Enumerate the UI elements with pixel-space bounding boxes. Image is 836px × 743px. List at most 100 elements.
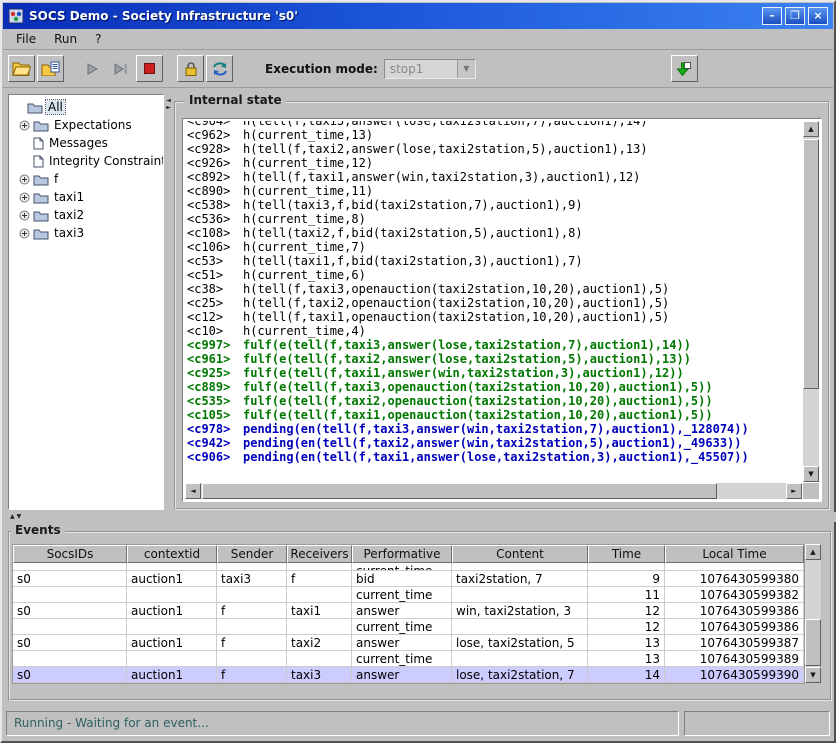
scrollbar-track[interactable] bbox=[803, 137, 819, 466]
column-header-local-time[interactable]: Local Time bbox=[665, 545, 804, 563]
events-body: current_times0auction1taxi3fbidtaxi2stat… bbox=[13, 563, 804, 683]
table-row[interactable]: current_time bbox=[13, 563, 804, 571]
divider-expand-right-icon[interactable]: ► bbox=[166, 105, 171, 111]
state-line-tag: <c964> bbox=[187, 121, 243, 128]
table-row[interactable]: current_time111076430599382 bbox=[13, 587, 804, 603]
play-button[interactable] bbox=[78, 55, 105, 82]
menu-help[interactable]: ? bbox=[86, 30, 110, 48]
play-icon bbox=[86, 63, 98, 75]
table-cell: answer bbox=[352, 635, 452, 651]
column-header-receivers[interactable]: Receivers bbox=[287, 545, 352, 563]
events-vscrollbar[interactable]: ▲ ▼ bbox=[805, 544, 821, 683]
menu-file[interactable]: File bbox=[7, 30, 45, 48]
table-cell: 13 bbox=[588, 635, 665, 651]
internal-state-hscrollbar[interactable]: ◄ ► bbox=[185, 483, 802, 499]
divider-expand-down-icon[interactable]: ▼ bbox=[17, 514, 22, 520]
tree-item-taxi2[interactable]: taxi2 bbox=[10, 206, 162, 224]
scrollbar-thumb[interactable] bbox=[803, 139, 819, 389]
divider-collapse-up-icon[interactable]: ▲ bbox=[10, 514, 15, 520]
document-icon bbox=[33, 155, 44, 168]
table-cell: taxi2station, 7 bbox=[452, 571, 588, 587]
scroll-left-icon[interactable]: ◄ bbox=[185, 483, 201, 499]
state-line-text: pending(en(tell(f,taxi3,answer(win,taxi2… bbox=[243, 422, 749, 436]
table-cell: taxi3 bbox=[217, 571, 287, 587]
close-button[interactable]: × bbox=[808, 7, 828, 25]
vertical-split-divider[interactable]: ◄ ► bbox=[165, 94, 172, 510]
scroll-down-icon[interactable]: ▼ bbox=[805, 667, 821, 683]
stop-button[interactable] bbox=[136, 55, 163, 82]
scrollbar-thumb[interactable] bbox=[805, 619, 821, 666]
execution-mode-select[interactable]: stop1 ▼ bbox=[384, 59, 476, 79]
table-row[interactable]: s0auction1ftaxi2answerlose, taxi2station… bbox=[13, 635, 804, 651]
scrollbar-track[interactable] bbox=[805, 560, 821, 667]
expand-icon[interactable] bbox=[18, 192, 30, 203]
table-cell: 9 bbox=[588, 571, 665, 587]
folder-icon bbox=[33, 119, 49, 132]
scrollbar-track[interactable] bbox=[201, 483, 786, 499]
column-header-sender[interactable]: Sender bbox=[217, 545, 287, 563]
tree-item-all[interactable]: All bbox=[10, 98, 162, 116]
table-cell: auction1 bbox=[127, 571, 217, 587]
state-line: <c53>h(tell(taxi1,f,bid(taxi2station,3),… bbox=[187, 254, 801, 268]
green-arrow-icon bbox=[676, 61, 692, 77]
step-button[interactable] bbox=[107, 55, 134, 82]
horizontal-split-divider[interactable]: ▲ ▼ bbox=[4, 512, 836, 522]
state-line-tag: <c106> bbox=[187, 240, 243, 254]
table-cell bbox=[588, 563, 665, 571]
column-header-socsids[interactable]: SocsIDs bbox=[13, 545, 127, 563]
table-cell bbox=[217, 651, 287, 667]
internal-state-text: <c964>h(tell(f,taxi3,answer(lose,taxi2st… bbox=[187, 121, 801, 481]
table-row[interactable]: current_time131076430599389 bbox=[13, 651, 804, 667]
state-line: <c51>h(current_time,6) bbox=[187, 268, 801, 282]
column-header-performative[interactable]: Performative bbox=[352, 545, 452, 563]
column-header-contextid[interactable]: contextid bbox=[127, 545, 217, 563]
table-row[interactable]: current_time121076430599386 bbox=[13, 619, 804, 635]
expand-icon[interactable] bbox=[18, 174, 30, 185]
folder-icon bbox=[33, 173, 49, 186]
minimize-button[interactable]: – bbox=[762, 7, 782, 25]
state-line-tag: <c926> bbox=[187, 156, 243, 170]
open-button[interactable] bbox=[8, 55, 35, 82]
tree-item-taxi1[interactable]: taxi1 bbox=[10, 188, 162, 206]
scroll-up-icon[interactable]: ▲ bbox=[805, 544, 821, 560]
expand-icon[interactable] bbox=[18, 210, 30, 221]
state-line-text: h(tell(f,taxi2,answer(lose,taxi2station,… bbox=[243, 142, 648, 156]
scroll-up-icon[interactable]: ▲ bbox=[803, 121, 819, 137]
events-panel: Events SocsIDscontextidSenderReceiversPe… bbox=[6, 522, 834, 703]
apply-state-button[interactable] bbox=[671, 55, 698, 82]
state-line-text: h(current_time,12) bbox=[243, 156, 373, 170]
tree-item-expectations[interactable]: Expectations bbox=[10, 116, 162, 134]
column-header-content[interactable]: Content bbox=[452, 545, 588, 563]
tree-item-messages[interactable]: Messages bbox=[10, 134, 162, 152]
table-row[interactable]: s0auction1taxi3fbidtaxi2station, 7910764… bbox=[13, 571, 804, 587]
table-cell bbox=[127, 587, 217, 603]
state-line-text: h(tell(taxi1,f,bid(taxi2station,3),aucti… bbox=[243, 254, 583, 268]
state-line-text: h(current_time,7) bbox=[243, 240, 366, 254]
tree-item-taxi3[interactable]: taxi3 bbox=[10, 224, 162, 242]
scroll-down-icon[interactable]: ▼ bbox=[803, 466, 819, 482]
table-row[interactable]: s0auction1ftaxi3answerlose, taxi2station… bbox=[13, 667, 804, 683]
table-cell bbox=[127, 651, 217, 667]
scroll-right-icon[interactable]: ► bbox=[786, 483, 802, 499]
table-cell bbox=[13, 651, 127, 667]
refresh-button[interactable] bbox=[206, 55, 233, 82]
internal-state-title: Internal state bbox=[185, 93, 286, 107]
scrollbar-thumb[interactable] bbox=[202, 483, 717, 499]
lock-button[interactable] bbox=[177, 55, 204, 82]
table-cell: auction1 bbox=[127, 667, 217, 683]
table-row[interactable]: s0auction1ftaxi1answerwin, taxi2station,… bbox=[13, 603, 804, 619]
column-header-time[interactable]: Time bbox=[588, 545, 665, 563]
expand-icon[interactable] bbox=[18, 120, 30, 131]
internal-state-vscrollbar[interactable]: ▲ ▼ bbox=[803, 121, 819, 482]
state-line-tag: <c889> bbox=[187, 380, 243, 394]
tree-item-integrity-constraints[interactable]: Integrity Constraints bbox=[10, 152, 162, 170]
open-state-button[interactable] bbox=[37, 55, 64, 82]
table-cell bbox=[287, 651, 352, 667]
table-cell: s0 bbox=[13, 667, 127, 683]
expand-icon[interactable] bbox=[18, 228, 30, 239]
tree-item-f[interactable]: f bbox=[10, 170, 162, 188]
maximize-button[interactable]: ❐ bbox=[785, 7, 805, 25]
menu-run[interactable]: Run bbox=[45, 30, 86, 48]
events-table: SocsIDscontextidSenderReceiversPerformat… bbox=[12, 544, 805, 684]
folder-icon bbox=[27, 101, 43, 114]
